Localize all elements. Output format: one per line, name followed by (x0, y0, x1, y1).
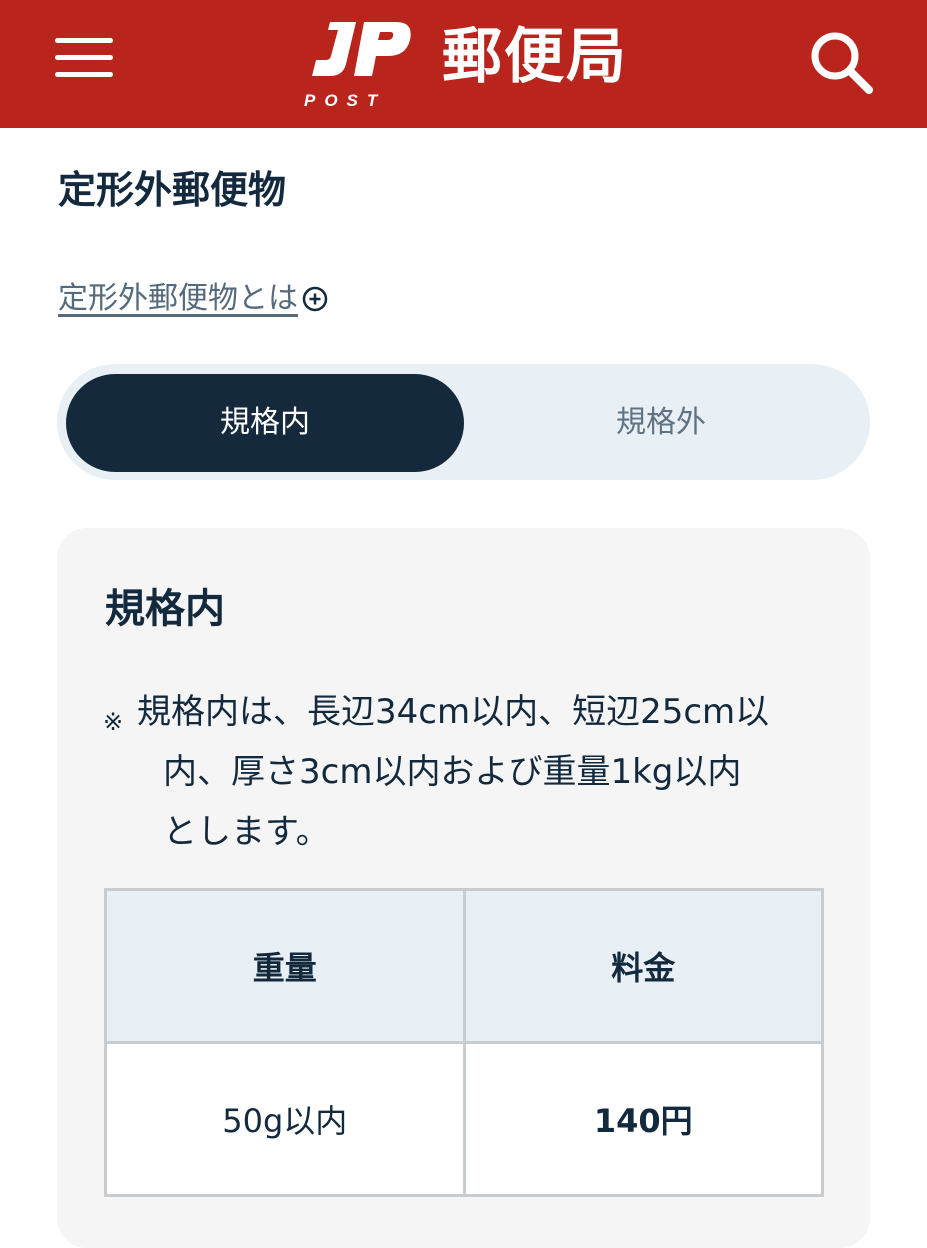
weight-cell: 50g以内 (104, 1041, 466, 1197)
standard-size-card: 規格内 ※ 規格内は、長辺34cm以内、短辺25cm以 内、厚さ3cm以内および… (57, 528, 870, 1248)
size-category-toggle: 規格内 規格外 (57, 364, 870, 480)
search-icon (811, 32, 873, 94)
column-header-price: 料金 (462, 888, 824, 1044)
note-line: 規格内は、長辺34cm以内、短辺25cm以 (137, 692, 770, 732)
tab-standard-size[interactable]: 規格内 (66, 374, 464, 472)
logo-post-text: POST (304, 91, 387, 110)
size-note: 規格内は、長辺34cm以内、短辺25cm以 内、厚さ3cm以内および重量1kg以… (137, 682, 827, 862)
card-title: 規格内 (105, 586, 225, 632)
hamburger-menu-button[interactable] (55, 36, 115, 80)
menu-bar (55, 72, 113, 77)
note-line: とします。 (163, 812, 330, 852)
menu-bar (55, 38, 113, 43)
app-header: POST 郵便局 (0, 0, 927, 128)
jp-logo-mark-icon (312, 22, 411, 76)
about-link-label: 定形外郵便物とは (58, 281, 298, 316)
page-title: 定形外郵便物 (58, 168, 287, 212)
price-cell: 140円 (462, 1041, 824, 1197)
search-button[interactable] (805, 26, 877, 98)
plus-circle-icon (302, 286, 328, 312)
jp-post-logo[interactable]: POST (304, 18, 424, 110)
table-header-row: 重量 料金 (104, 888, 824, 1044)
rate-table: 重量 料金 50g以内 140円 (104, 888, 824, 1197)
tab-non-standard-size[interactable]: 規格外 (462, 374, 860, 472)
table-row: 50g以内 140円 (104, 1041, 824, 1197)
menu-bar (55, 55, 113, 60)
note-mark: ※ (103, 708, 124, 736)
site-title: 郵便局 (442, 22, 628, 92)
about-teikeigai-link[interactable]: 定形外郵便物とは (58, 276, 328, 322)
note-line: 内、厚さ3cm以内および重量1kg以内 (163, 752, 742, 792)
column-header-weight: 重量 (104, 888, 466, 1044)
